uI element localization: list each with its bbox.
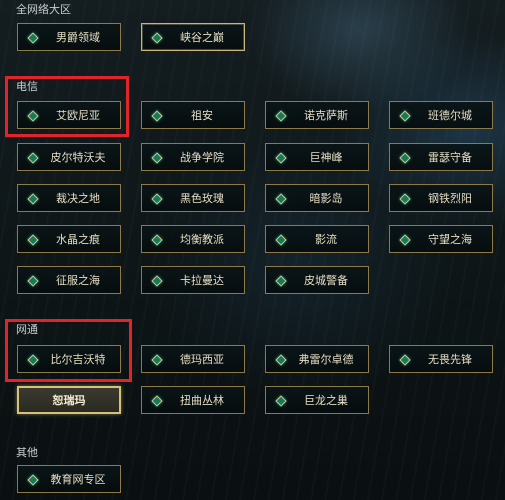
server-status-icon — [399, 193, 411, 205]
server-status-icon — [399, 110, 411, 122]
server-status-icon — [399, 152, 411, 164]
server-label: 卡拉曼达 — [180, 274, 224, 287]
server-label: 祖安 — [191, 109, 213, 122]
server-label: 峡谷之巅 — [180, 31, 224, 44]
server-status-icon — [275, 354, 287, 366]
section-title-all-network: 全网络大区 — [16, 3, 71, 16]
server-label: 巨神峰 — [309, 151, 343, 164]
server-label: 扭曲丛林 — [180, 394, 224, 407]
server-label: 弗雷尔卓德 — [298, 353, 354, 366]
server-status-icon — [27, 152, 39, 164]
server-button-shadow-flow[interactable]: 影流 — [265, 225, 369, 253]
server-status-icon — [151, 32, 163, 44]
server-status-icon — [151, 354, 163, 366]
server-button-shurima[interactable]: 恕瑞玛 — [17, 386, 121, 414]
server-button-war-academy[interactable]: 战争学院 — [141, 143, 245, 171]
server-button-conqueror-sea[interactable]: 征服之海 — [17, 266, 121, 294]
server-button-kalamanda[interactable]: 卡拉曼达 — [141, 266, 245, 294]
server-button-judgement[interactable]: 裁决之地 — [17, 184, 121, 212]
server-button-education-network[interactable]: 教育网专区 — [17, 465, 121, 493]
server-label: 巨龙之巢 — [304, 394, 348, 407]
server-button-targon[interactable]: 巨神峰 — [265, 143, 369, 171]
server-button-vanguard[interactable]: 无畏先锋 — [389, 345, 493, 373]
server-label: 征服之海 — [56, 274, 100, 287]
server-button-noxus[interactable]: 诺克萨斯 — [265, 101, 369, 129]
server-status-icon — [151, 234, 163, 246]
server-status-icon — [275, 152, 287, 164]
server-status-icon — [399, 234, 411, 246]
server-label: 裁决之地 — [56, 192, 100, 205]
section-title-other: 其他 — [16, 446, 38, 459]
server-status-icon — [151, 110, 163, 122]
server-button-baron[interactable]: 男爵领域 — [17, 23, 121, 51]
server-label: 皮尔特沃夫 — [50, 151, 106, 164]
server-button-dragon-lair[interactable]: 巨龙之巢 — [265, 386, 369, 414]
server-button-black-rose[interactable]: 黑色玫瑰 — [141, 184, 245, 212]
server-button-zaun[interactable]: 祖安 — [141, 101, 245, 129]
server-button-piltover[interactable]: 皮尔特沃夫 — [17, 143, 121, 171]
server-label: 战争学院 — [180, 151, 224, 164]
server-label: 班德尔城 — [428, 109, 472, 122]
server-label: 无畏先锋 — [428, 353, 472, 366]
server-status-icon — [27, 193, 39, 205]
server-label: 诺克萨斯 — [304, 109, 348, 122]
server-label: 男爵领域 — [56, 31, 100, 44]
server-status-icon — [27, 234, 39, 246]
server-button-guardian-sea[interactable]: 守望之海 — [389, 225, 493, 253]
server-button-shadow-isles[interactable]: 暗影岛 — [265, 184, 369, 212]
server-button-iron-sun[interactable]: 钢铁烈阳 — [389, 184, 493, 212]
server-status-icon — [275, 275, 287, 287]
server-status-icon — [151, 275, 163, 287]
server-button-demacia[interactable]: 德玛西亚 — [141, 345, 245, 373]
server-status-icon — [275, 395, 287, 407]
server-status-icon — [151, 395, 163, 407]
server-status-icon — [151, 193, 163, 205]
server-status-icon — [151, 152, 163, 164]
server-button-piltover-wardens[interactable]: 皮城警备 — [265, 266, 369, 294]
server-button-thunder-guard[interactable]: 雷瑟守备 — [389, 143, 493, 171]
server-status-icon — [27, 32, 39, 44]
server-label: 均衡教派 — [180, 233, 224, 246]
server-status-icon — [275, 193, 287, 205]
server-label: 暗影岛 — [309, 192, 343, 205]
server-label: 雷瑟守备 — [428, 151, 472, 164]
server-button-bandle[interactable]: 班德尔城 — [389, 101, 493, 129]
server-status-icon — [399, 354, 411, 366]
server-label: 教育网专区 — [50, 473, 106, 486]
server-label: 水晶之痕 — [56, 233, 100, 246]
highlight-box-telecom — [5, 76, 129, 137]
server-label: 影流 — [315, 233, 337, 246]
server-status-icon — [275, 110, 287, 122]
server-label: 恕瑞玛 — [52, 394, 86, 407]
server-button-twisted-treeline[interactable]: 扭曲丛林 — [141, 386, 245, 414]
server-label: 德玛西亚 — [180, 353, 224, 366]
server-label: 守望之海 — [428, 233, 472, 246]
server-button-kinkou[interactable]: 均衡教派 — [141, 225, 245, 253]
server-label: 黑色玫瑰 — [180, 192, 224, 205]
server-button-summit[interactable]: 峡谷之巅 — [141, 23, 245, 51]
server-status-icon — [27, 275, 39, 287]
server-label: 皮城警备 — [304, 274, 348, 287]
highlight-box-netcom — [5, 319, 132, 382]
server-button-crystal-scar[interactable]: 水晶之痕 — [17, 225, 121, 253]
server-status-icon — [275, 234, 287, 246]
server-button-freljord[interactable]: 弗雷尔卓德 — [265, 345, 369, 373]
server-label: 钢铁烈阳 — [428, 192, 472, 205]
server-status-icon — [27, 474, 39, 486]
